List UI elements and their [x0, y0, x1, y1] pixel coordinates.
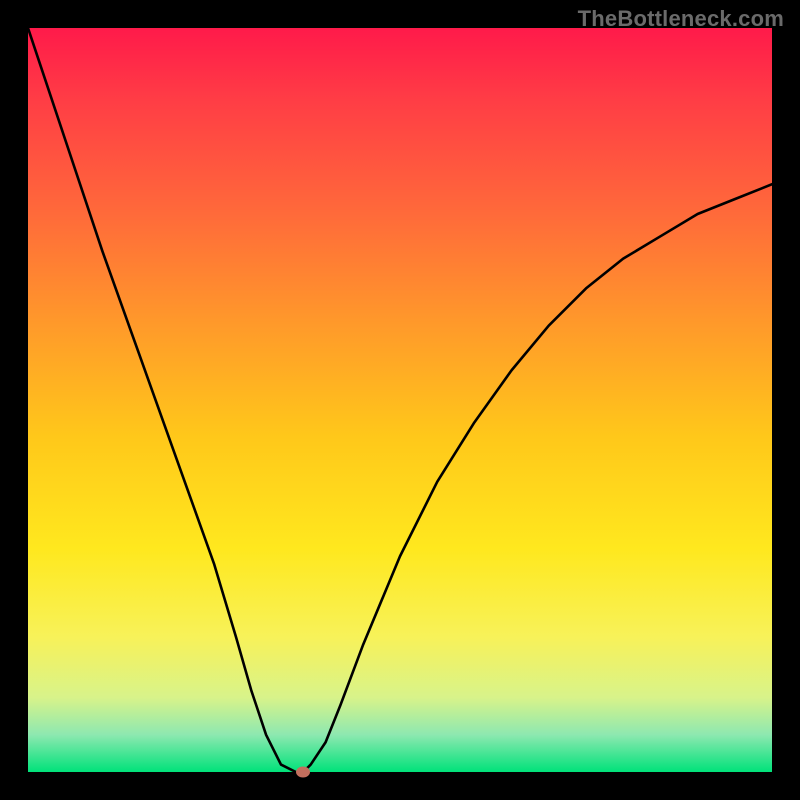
curve-line	[28, 28, 772, 772]
plot-area	[28, 28, 772, 772]
minimum-point-marker	[296, 767, 310, 778]
watermark-text: TheBottleneck.com	[578, 6, 784, 32]
bottleneck-curve	[28, 28, 772, 772]
chart-frame: TheBottleneck.com	[0, 0, 800, 800]
